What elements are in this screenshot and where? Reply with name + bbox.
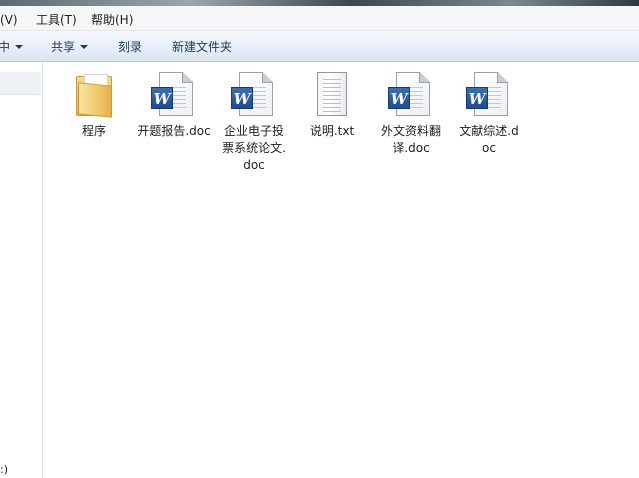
menu-tools[interactable]: 工具(T) — [36, 11, 77, 28]
file-item-folder[interactable]: 程序 — [52, 62, 136, 140]
word-document-icon: W — [230, 70, 278, 118]
command-toolbar: 中 共享 刻录 新建文件夹 — [0, 31, 639, 62]
word-document-icon: W — [387, 70, 435, 118]
file-name: 外文资料翻译.doc — [380, 124, 441, 155]
file-name: 程序 — [81, 124, 106, 138]
nav-drive-label[interactable]: :) — [0, 463, 8, 476]
menu-bar: 看(V) 工具(T) 帮助(H) — [0, 6, 639, 31]
file-item-doc[interactable]: W 企业电子投票系统论文.doc — [212, 62, 296, 174]
menu-view[interactable]: 看(V) — [0, 11, 18, 28]
file-item-doc[interactable]: W 外文资料翻译.doc — [369, 62, 453, 157]
text-document-icon — [308, 70, 356, 118]
file-item-txt[interactable]: 说明.txt — [290, 62, 374, 140]
file-list-pane[interactable]: 程序 W 开题报告.doc W 企业电子投票系统论文.doc 说明.txt W … — [43, 62, 639, 478]
file-name: 文献综述.doc — [459, 124, 519, 155]
chevron-down-icon — [80, 45, 89, 49]
share-button[interactable]: 共享 — [51, 38, 89, 55]
share-label: 共享 — [51, 40, 76, 54]
new-folder-button[interactable]: 新建文件夹 — [172, 38, 232, 55]
file-name: 开题报告.doc — [137, 124, 211, 138]
word-document-icon: W — [465, 70, 513, 118]
menu-help[interactable]: 帮助(H) — [91, 11, 133, 28]
folder-icon — [70, 70, 118, 118]
file-name: 说明.txt — [309, 124, 355, 138]
file-item-doc[interactable]: W 开题报告.doc — [132, 62, 216, 140]
word-document-icon: W — [150, 70, 198, 118]
nav-selected-item[interactable] — [0, 72, 41, 95]
file-item-doc[interactable]: W 文献综述.doc — [447, 62, 531, 157]
file-name: 企业电子投票系统论文.doc — [222, 124, 286, 172]
organize-label: 中 — [0, 40, 11, 54]
navigation-pane[interactable]: :) — [0, 62, 43, 478]
chevron-down-icon — [15, 45, 24, 49]
organize-button[interactable]: 中 — [0, 38, 24, 55]
burn-button[interactable]: 刻录 — [118, 38, 142, 55]
